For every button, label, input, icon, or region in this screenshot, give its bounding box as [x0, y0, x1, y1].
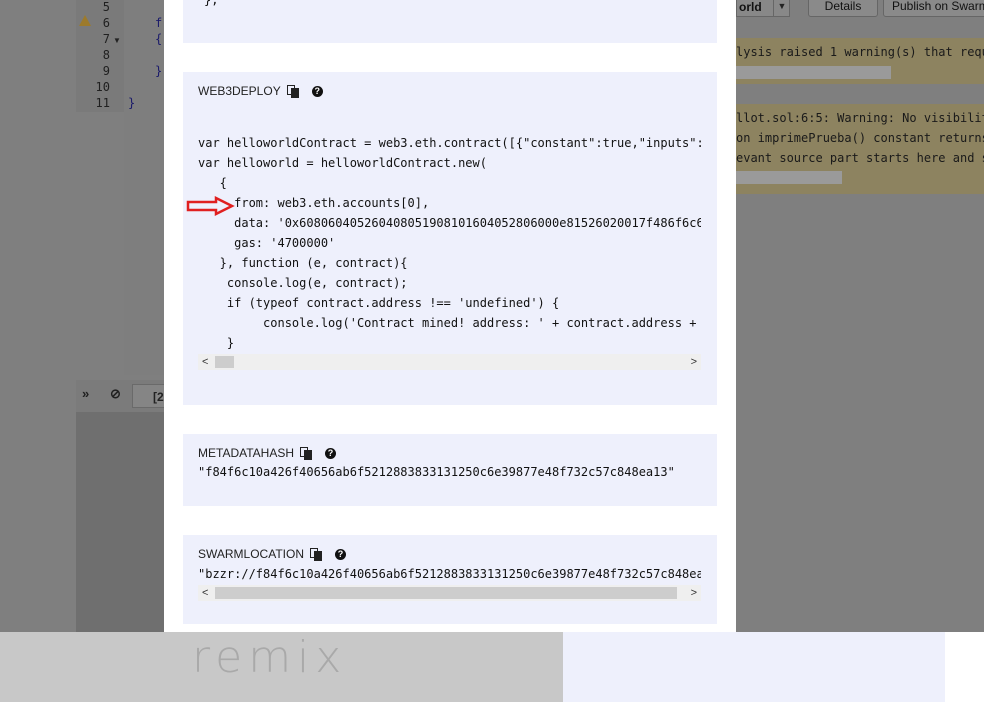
code-line: {: [198, 176, 227, 190]
publish-swarm-button[interactable]: Publish on Swarm: [883, 0, 984, 17]
metadatahash-header: METADATAHASH ?: [198, 446, 337, 460]
web3deploy-title: WEB3DEPLOY: [198, 84, 281, 98]
web3deploy-code: var helloworldContract = web3.eth.contra…: [198, 113, 701, 393]
scroll-thumb[interactable]: [215, 587, 677, 599]
swarmlocation-scrollbar[interactable]: < >: [198, 585, 701, 601]
scroll-thumb[interactable]: [215, 356, 234, 368]
help-icon[interactable]: ?: [325, 447, 337, 459]
editor-code-area[interactable]: [124, 0, 164, 375]
collapse-terminal-icon[interactable]: »: [82, 386, 89, 401]
help-icon[interactable]: ?: [311, 85, 323, 97]
code-line: }: [198, 336, 235, 350]
chevron-down-icon[interactable]: ▼: [773, 0, 790, 17]
code-fragment: f: [155, 16, 163, 30]
warning-text: evant source part starts here and sp: [736, 151, 984, 165]
details-button[interactable]: Details: [808, 0, 878, 17]
swarmlocation-header: SWARMLOCATION ?: [198, 547, 347, 561]
line-number: 5: [102, 0, 110, 14]
swarmlocation-value: "bzzr://f84f6c10a426f40656ab6f5212883833…: [198, 567, 701, 581]
line-number: 11: [95, 96, 110, 110]
code-fragment: }: [155, 64, 163, 78]
remix-logo: remix: [192, 632, 348, 683]
footer-edge: [945, 632, 984, 702]
code-line: var helloworldContract = web3.eth.contra…: [198, 136, 701, 150]
copy-icon[interactable]: [300, 446, 313, 460]
warning-box: llot.sol:6:5: Warning: No visibility on …: [736, 104, 984, 194]
warning-icon[interactable]: [79, 15, 91, 26]
footer-right: [563, 632, 945, 702]
code-line: }, function (e, contract){: [198, 256, 408, 270]
scroll-left-icon[interactable]: <: [202, 354, 208, 370]
copy-icon[interactable]: [310, 547, 323, 561]
code-fragment: };: [204, 0, 219, 7]
warning-scrollbar[interactable]: [736, 66, 891, 79]
line-number: 7: [102, 32, 110, 46]
warning-text: lysis raised 1 warning(s) that requi: [736, 45, 984, 59]
code-line: console.log('Contract mined! address: ' …: [263, 316, 697, 330]
red-arrow-annotation: [186, 196, 235, 216]
clear-terminal-icon[interactable]: ⊘: [110, 386, 121, 402]
metadatahash-title: METADATAHASH: [198, 446, 295, 460]
right-panel: [736, 0, 984, 632]
line-number: 10: [95, 80, 110, 94]
web3deploy-scrollbar[interactable]: < >: [198, 354, 701, 370]
code-line: var helloworld = helloworldContract.new(: [198, 156, 487, 170]
line-number: 9: [102, 64, 110, 78]
help-icon[interactable]: ?: [335, 548, 347, 560]
warning-scrollbar[interactable]: [736, 171, 842, 184]
code-line: if (typeof contract.address !== 'undefin…: [198, 296, 560, 310]
line-number: 6: [102, 16, 110, 30]
code-fragment: }: [128, 96, 136, 110]
code-line: gas: '4700000': [198, 236, 336, 250]
fold-arrow-icon[interactable]: ▼: [113, 36, 121, 45]
code-line: console.log(e, contract);: [198, 276, 408, 290]
line-number: 8: [102, 48, 110, 62]
warning-text: llot.sol:6:5: Warning: No visibility: [736, 111, 984, 125]
swarmlocation-title: SWARMLOCATION: [198, 547, 305, 561]
web3deploy-header: WEB3DEPLOY ?: [198, 84, 323, 98]
warning-box: lysis raised 1 warning(s) that requi: [736, 38, 984, 84]
code-line: data: '0x6080604052604080519081016040528…: [198, 216, 701, 230]
scroll-left-icon[interactable]: <: [202, 585, 208, 601]
scroll-right-icon[interactable]: >: [691, 354, 697, 370]
code-fragment: {: [155, 32, 163, 46]
copy-icon[interactable]: [286, 84, 300, 98]
warning-text: on imprimePrueba() constant returns(: [736, 131, 984, 145]
terminal-output: [76, 412, 164, 632]
scroll-right-icon[interactable]: >: [691, 585, 697, 601]
code-line: from: web3.eth.accounts[0],: [198, 196, 430, 210]
metadatahash-value: "f84f6c10a426f40656ab6f5212883833131250c…: [198, 465, 675, 479]
